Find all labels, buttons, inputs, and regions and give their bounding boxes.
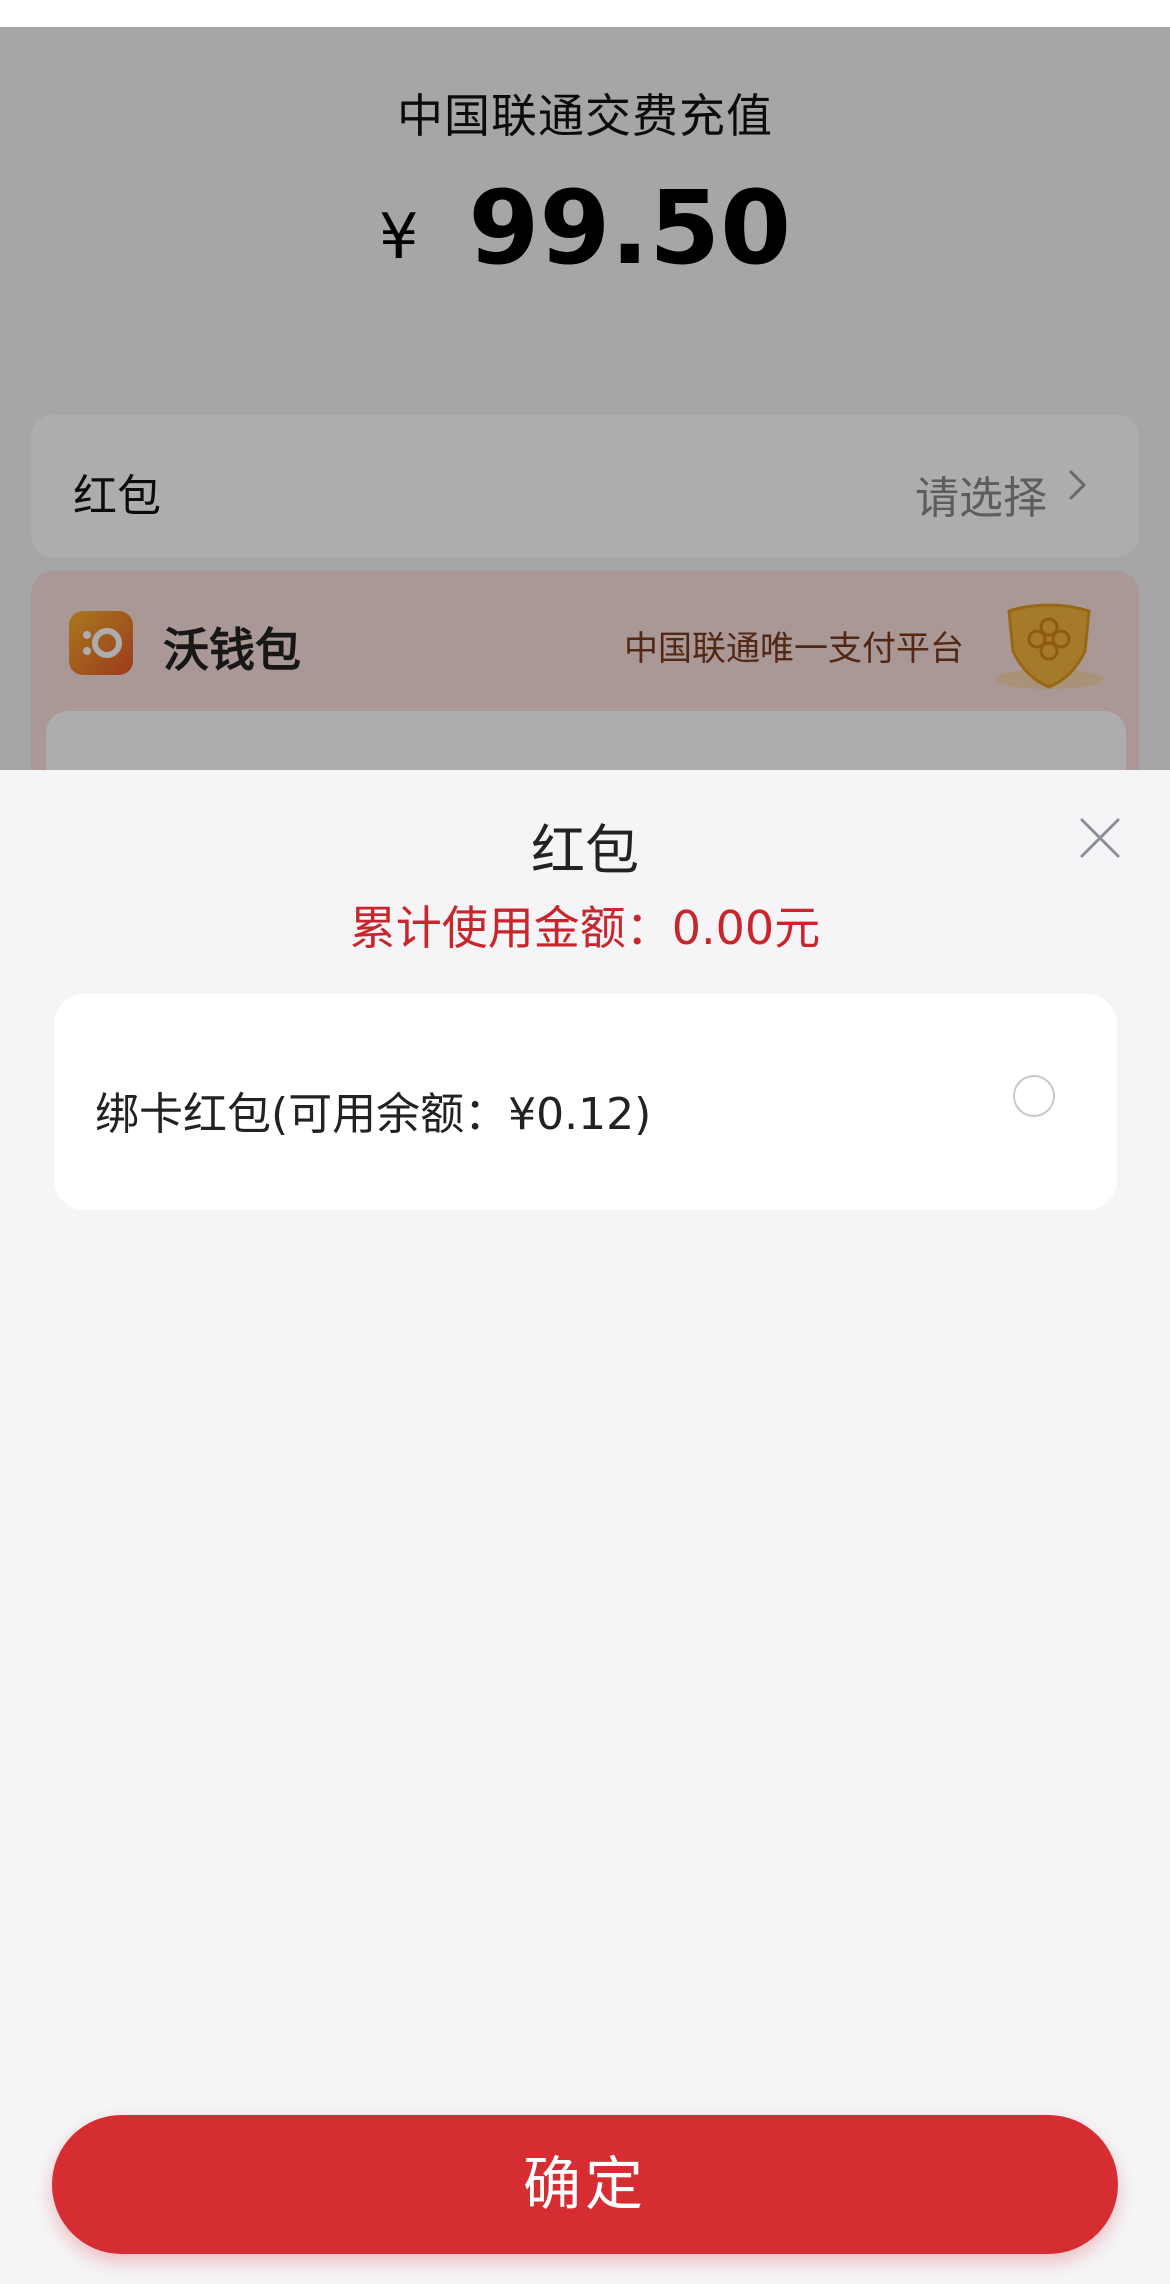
sheet-title: 红包 xyxy=(531,819,639,882)
status-bar-strip xyxy=(0,0,1170,27)
close-icon[interactable] xyxy=(1076,814,1124,862)
voucher-label: 绑卡红包(可用余额：¥0.12) xyxy=(95,1089,652,1140)
modal-backdrop[interactable] xyxy=(0,27,1170,770)
confirm-button[interactable]: 确定 xyxy=(52,2115,1118,2254)
hongbao-bottom-sheet: 红包 累计使用金额：0.00元 绑卡红包(可用余额：¥0.12) xyxy=(0,770,1170,2284)
used-amount-summary: 累计使用金额：0.00元 xyxy=(349,901,821,955)
voucher-radio-button[interactable] xyxy=(1013,1075,1055,1117)
voucher-option-card[interactable]: 绑卡红包(可用余额：¥0.12) xyxy=(54,994,1117,1210)
